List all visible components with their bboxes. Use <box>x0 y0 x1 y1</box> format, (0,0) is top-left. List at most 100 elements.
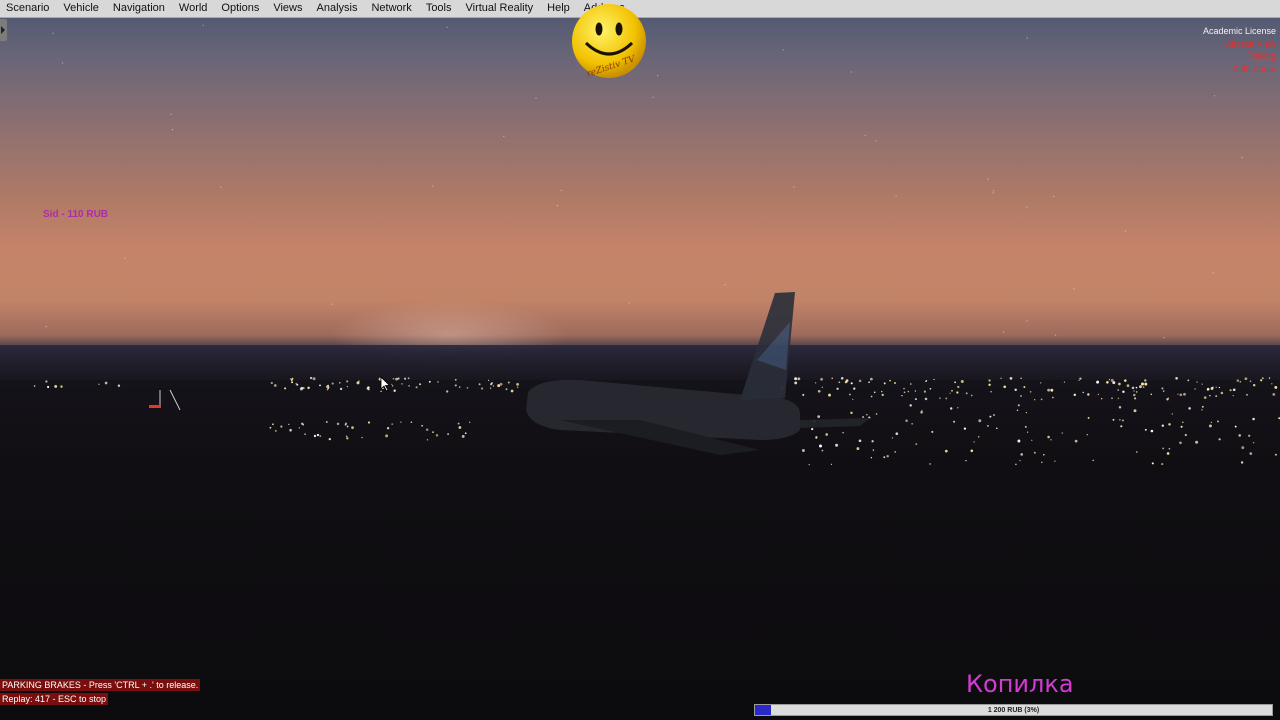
city-light <box>325 420 328 424</box>
city-light <box>1229 389 1232 392</box>
star <box>1002 331 1005 333</box>
star <box>62 62 64 64</box>
city-light <box>954 381 956 384</box>
city-light <box>1195 440 1199 444</box>
menu-options[interactable]: Options <box>215 0 267 17</box>
city-light <box>1179 441 1182 445</box>
city-light <box>1020 377 1022 379</box>
city-light <box>1050 439 1052 441</box>
city-light <box>933 378 935 381</box>
smiley-logo: reZistiv TV <box>572 4 646 79</box>
city-light <box>817 389 821 393</box>
city-light <box>1034 399 1036 401</box>
menu-network[interactable]: Network <box>365 0 419 17</box>
city-light <box>489 387 492 389</box>
menu-vehicle[interactable]: Vehicle <box>57 0 106 17</box>
city-light <box>817 415 821 418</box>
city-light <box>844 380 848 384</box>
city-light <box>339 387 343 391</box>
city-light <box>338 381 341 384</box>
city-light <box>1274 385 1278 389</box>
city-light <box>1144 428 1147 431</box>
city-light <box>963 427 967 430</box>
simulator-viewport[interactable] <box>0 0 1280 720</box>
city-light <box>870 395 873 398</box>
city-light <box>1073 393 1077 397</box>
city-light <box>464 432 467 435</box>
city-light <box>447 433 450 436</box>
city-light <box>393 389 396 392</box>
city-light <box>295 382 298 385</box>
city-light <box>1217 420 1219 423</box>
side-panel-toggle[interactable] <box>0 19 7 41</box>
city-light <box>307 386 310 390</box>
city-light <box>909 404 912 407</box>
city-light <box>1206 388 1209 391</box>
city-light <box>1061 432 1064 434</box>
city-light <box>432 431 434 433</box>
city-light <box>929 463 931 465</box>
menu-navigation[interactable]: Navigation <box>107 0 173 17</box>
menu-virtual-reality[interactable]: Virtual Reality <box>460 0 542 17</box>
city-light <box>272 423 274 426</box>
city-light <box>47 385 50 389</box>
city-light <box>270 381 273 385</box>
star <box>1073 288 1075 290</box>
donation-goal-bar: 1 200 RUB (3%) <box>754 704 1273 716</box>
city-light <box>368 388 370 391</box>
menu-scenario[interactable]: Scenario <box>0 0 57 17</box>
city-light <box>1126 384 1130 388</box>
city-light <box>835 443 839 447</box>
city-light <box>889 379 891 382</box>
city-light <box>1272 392 1276 396</box>
city-light <box>410 421 413 424</box>
city-light <box>852 398 854 401</box>
menu-views[interactable]: Views <box>267 0 310 17</box>
airliner <box>526 292 870 455</box>
star <box>657 75 659 77</box>
city-light <box>1260 379 1263 382</box>
city-light <box>1097 393 1100 396</box>
city-light <box>842 431 844 434</box>
city-light <box>346 385 349 388</box>
star <box>331 303 333 305</box>
status-messages: PARKING BRAKES - Press 'CTRL + .' to rel… <box>0 679 201 707</box>
menu-world[interactable]: World <box>173 0 216 17</box>
city-light <box>1074 439 1078 443</box>
city-light <box>831 377 833 380</box>
menu-analysis[interactable]: Analysis <box>311 0 366 17</box>
city-light <box>1208 424 1212 428</box>
city-light <box>1015 463 1017 466</box>
city-light <box>814 382 817 384</box>
city-light <box>301 422 304 425</box>
city-light <box>862 416 865 418</box>
city-light <box>312 377 316 381</box>
city-light <box>361 436 363 439</box>
city-light <box>1201 405 1204 408</box>
menu-tools[interactable]: Tools <box>420 0 460 17</box>
city-light <box>1253 442 1255 444</box>
city-light <box>802 393 805 396</box>
city-light <box>274 429 277 432</box>
city-light <box>328 437 331 441</box>
city-light <box>1218 386 1221 389</box>
city-light <box>1150 393 1153 396</box>
city-light <box>1040 382 1042 384</box>
city-light <box>1052 396 1054 399</box>
city-light <box>415 386 418 389</box>
city-light <box>421 424 424 427</box>
city-light <box>400 421 402 423</box>
city-light <box>973 441 975 443</box>
city-light <box>331 382 334 385</box>
city-lights-layer <box>33 24 1280 466</box>
city-light <box>346 425 349 428</box>
star <box>1055 334 1057 336</box>
city-light <box>815 437 817 439</box>
city-light <box>1232 388 1236 392</box>
city-light <box>458 386 461 388</box>
city-light <box>1209 395 1211 397</box>
city-light <box>1131 386 1135 390</box>
city-light <box>895 432 899 436</box>
city-light <box>953 420 956 423</box>
city-light <box>960 380 964 383</box>
